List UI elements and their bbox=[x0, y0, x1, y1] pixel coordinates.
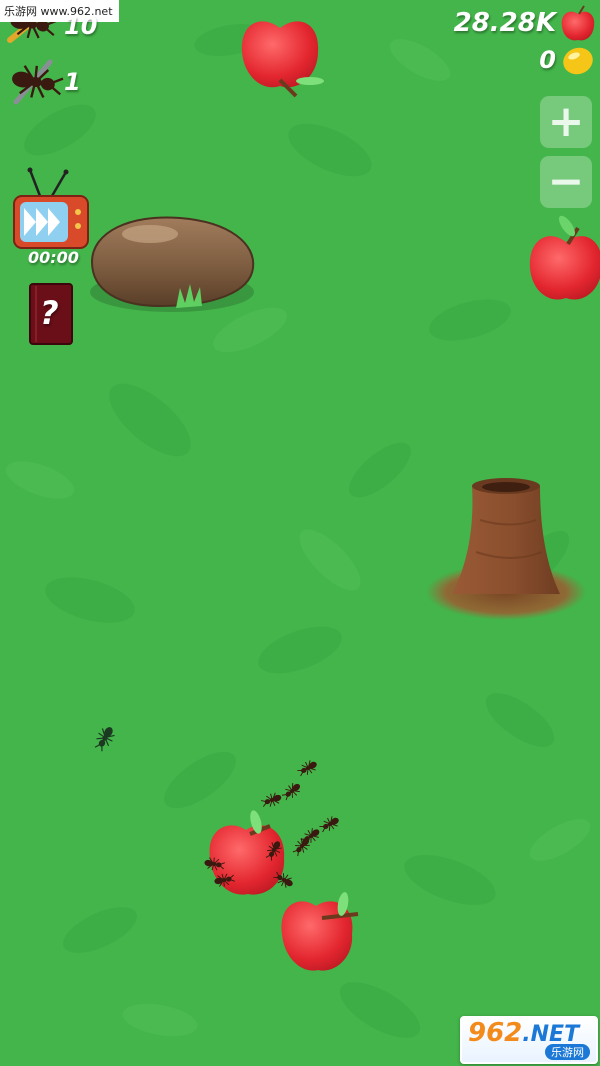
gold-total: 0 bbox=[539, 46, 556, 74]
zoom-out-button[interactable]: − bbox=[540, 156, 592, 208]
watermark-subtitle: 乐游网 bbox=[545, 1044, 590, 1060]
rock bbox=[90, 216, 255, 312]
apple-total: 28.28K bbox=[453, 8, 556, 38]
boost-timer: 00:00 bbox=[28, 248, 79, 267]
worker-ant-count: 10 bbox=[64, 12, 98, 40]
watermark-bottom: 962.NET 乐游网 bbox=[460, 1016, 598, 1064]
watermark-top: 乐游网 www.962.net bbox=[0, 0, 119, 22]
soldier-ant-count: 1 bbox=[64, 68, 81, 96]
help-label: ? bbox=[40, 294, 59, 332]
game-scene[interactable] bbox=[0, 0, 600, 1066]
zoom-in-button[interactable]: + bbox=[540, 96, 592, 148]
